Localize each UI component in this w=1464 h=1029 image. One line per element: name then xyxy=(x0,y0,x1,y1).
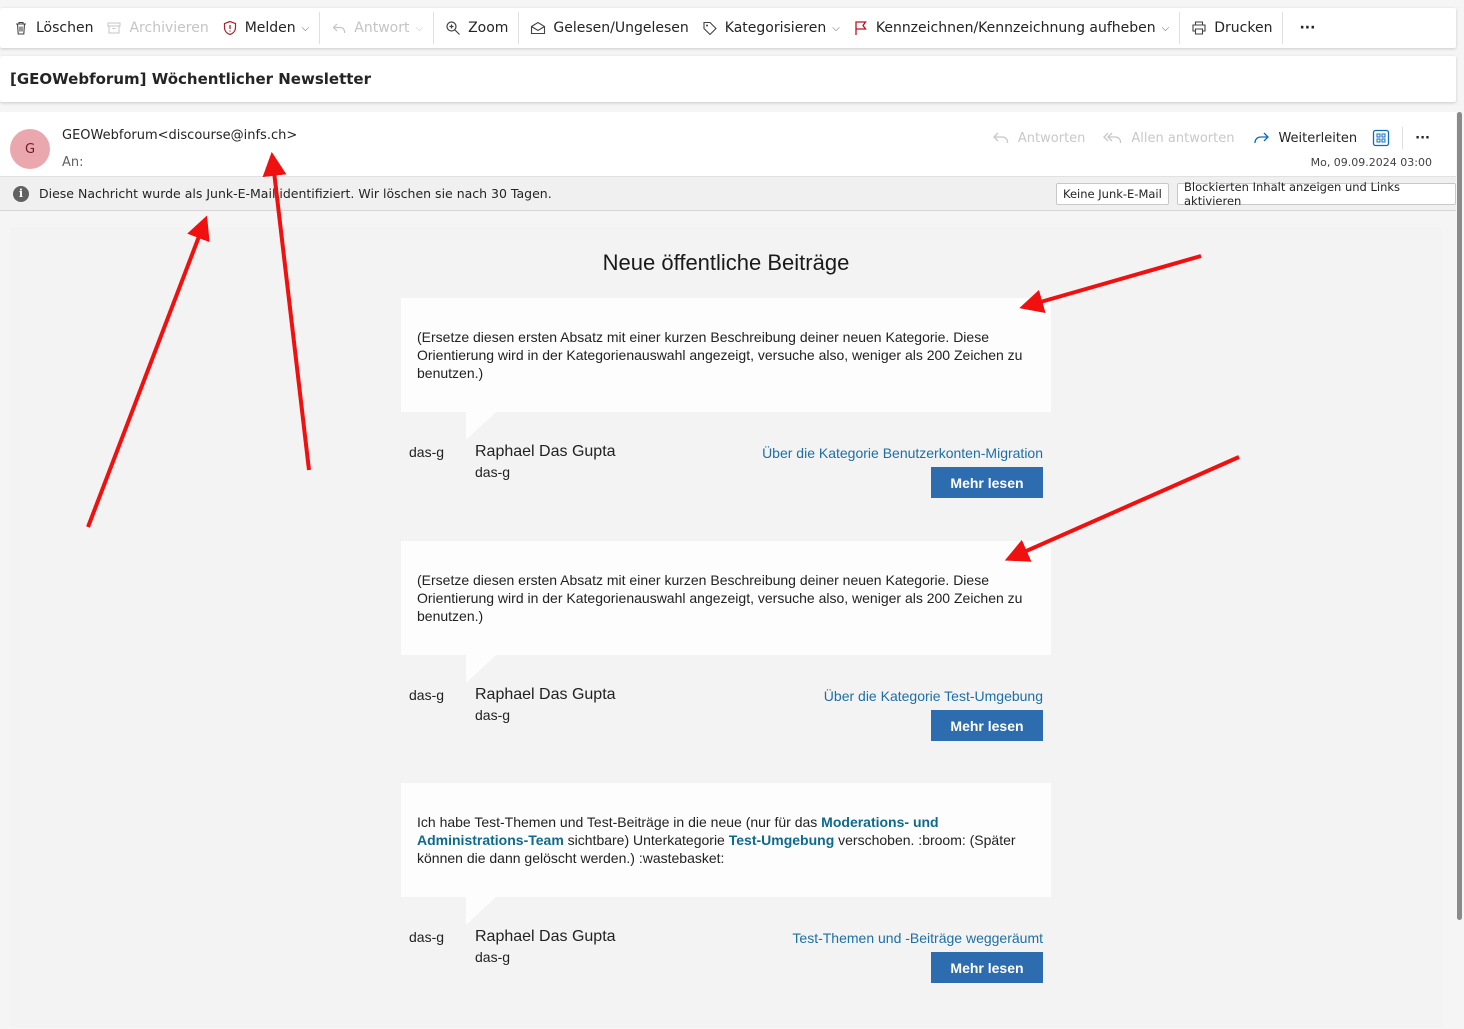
flag-icon xyxy=(852,19,870,37)
forward-button[interactable]: Weiterleiten xyxy=(1243,126,1366,150)
report-button[interactable]: Melden ⌵ xyxy=(215,12,316,44)
post-meta: das-g Raphael Das Gupta das-g Test-Theme… xyxy=(401,897,1051,997)
categorize-label: Kategorisieren xyxy=(724,20,827,36)
archive-icon xyxy=(105,19,123,37)
user-handle: das-g xyxy=(475,949,511,965)
read-unread-button[interactable]: Gelesen/Ungelesen xyxy=(523,12,694,44)
reply-button[interactable]: Antwort ⌵ xyxy=(324,12,429,44)
more-icon: ··· xyxy=(1415,130,1430,146)
report-label: Melden xyxy=(244,20,296,36)
post-excerpt: (Ersetze diesen ersten Absatz mit einer … xyxy=(401,298,1051,440)
delete-label: Löschen xyxy=(36,20,94,36)
shield-icon xyxy=(221,19,239,37)
tag-icon xyxy=(701,19,719,37)
reply-icon xyxy=(330,19,348,37)
show-blocked-content-button[interactable]: Blockierten Inhalt anzeigen und Links ak… xyxy=(1177,180,1456,208)
user-full-name: Raphael Das Gupta xyxy=(475,443,616,460)
username[interactable]: das-g xyxy=(409,444,444,460)
flag-label: Kennzeichnen/Kennzeichnung aufheben xyxy=(875,20,1156,36)
toolbar-divider xyxy=(1179,12,1181,44)
post-excerpt-text: (Ersetze diesen ersten Absatz mit einer … xyxy=(417,572,1023,624)
post-card: (Ersetze diesen ersten Absatz mit einer … xyxy=(401,541,1051,755)
message-actions: Antworten Allen antworten Weiterleiten ·… xyxy=(983,126,1436,150)
more-icon: ··· xyxy=(1299,20,1316,36)
post-meta: das-g Raphael Das Gupta das-g Über die K… xyxy=(401,655,1051,755)
read-more-button[interactable]: Mehr lesen xyxy=(931,467,1043,498)
toolbar-divider xyxy=(433,12,435,44)
junk-notice-text: Diese Nachricht wurde als Junk-E-Mail id… xyxy=(39,186,552,201)
forward-icon xyxy=(1254,132,1270,143)
user-handle: das-g xyxy=(475,464,511,480)
categorize-button[interactable]: Kategorisieren ⌵ xyxy=(695,12,846,44)
email-subject: [GEOWebforum] Wöchentlicher Newsletter xyxy=(0,56,1456,102)
grid-view-icon xyxy=(1373,129,1390,147)
print-button[interactable]: Drucken xyxy=(1184,12,1278,44)
junk-notice-bar: i Diese Nachricht wurde als Junk-E-Mail … xyxy=(0,176,1456,211)
user-full-name: Raphael Das Gupta xyxy=(475,928,616,945)
topic-link[interactable]: Über die Kategorie Benutzerkonten-Migrat… xyxy=(762,445,1043,461)
username[interactable]: das-g xyxy=(409,687,444,703)
newsletter-title: Neue öffentliche Beiträge xyxy=(602,250,850,275)
post-card: Ich habe Test-Themen und Test-Beiträge i… xyxy=(401,783,1051,997)
archive-label: Archivieren xyxy=(129,20,209,36)
immersive-reader-button[interactable] xyxy=(1366,126,1396,150)
user-full-name: Raphael Das Gupta xyxy=(475,686,616,703)
user-handle: das-g xyxy=(475,707,511,723)
toolbar-divider xyxy=(319,12,321,44)
category-link[interactable]: Test-Umgebung xyxy=(729,832,835,848)
toolbar-divider xyxy=(1282,12,1284,44)
envelope-open-icon xyxy=(529,19,547,37)
sender-address[interactable]: GEOWebforum<discourse@infs.ch> xyxy=(62,128,297,143)
print-label: Drucken xyxy=(1214,20,1273,36)
chevron-down-icon[interactable]: ⌵ xyxy=(415,23,423,34)
reply-label: Antwort xyxy=(354,20,410,36)
reply-action-label: Antworten xyxy=(1017,130,1086,146)
flag-button[interactable]: Kennzeichnen/Kennzeichnung aufheben ⌵ xyxy=(846,12,1175,44)
post-excerpt-text: (Ersetze diesen ersten Absatz mit einer … xyxy=(417,329,1023,381)
message-header: G GEOWebforum<discourse@infs.ch> An: Ant… xyxy=(0,112,1456,176)
avatar[interactable]: G xyxy=(10,129,50,169)
post-excerpt-text: Ich habe Test-Themen und Test-Beiträge i… xyxy=(417,814,822,830)
reply-action-button[interactable]: Antworten xyxy=(983,126,1095,150)
info-icon: i xyxy=(13,185,29,202)
post-excerpt-text: sichtbare) Unterkategorie xyxy=(563,832,729,848)
username[interactable]: das-g xyxy=(409,929,444,945)
post-card: (Ersetze diesen ersten Absatz mit einer … xyxy=(401,298,1051,512)
topic-link[interactable]: Test-Themen und -Beiträge weggeräumt xyxy=(792,930,1043,946)
scrollbar[interactable] xyxy=(1457,112,1462,920)
trash-icon xyxy=(12,19,30,37)
zoom-button[interactable]: Zoom xyxy=(438,12,514,44)
post-excerpt: Ich habe Test-Themen und Test-Beiträge i… xyxy=(401,783,1051,925)
email-body: Neue öffentliche Beiträge (Ersetze diese… xyxy=(10,227,1442,1027)
reply-all-button[interactable]: Allen antworten xyxy=(1094,126,1243,150)
forward-label: Weiterleiten xyxy=(1278,130,1358,146)
reply-icon xyxy=(992,132,1009,143)
read-unread-label: Gelesen/Ungelesen xyxy=(553,20,689,36)
command-toolbar: Löschen Archivieren Melden ⌵ Antwort ⌵ Z… xyxy=(0,8,1456,48)
delete-button[interactable]: Löschen xyxy=(6,12,99,44)
more-options-button[interactable]: ··· xyxy=(1287,12,1327,44)
toolbar-divider xyxy=(518,12,520,44)
to-label: An: xyxy=(62,155,84,170)
post-meta: das-g Raphael Das Gupta das-g Über die K… xyxy=(401,412,1051,512)
archive-button[interactable]: Archivieren xyxy=(99,12,214,44)
post-excerpt: (Ersetze diesen ersten Absatz mit einer … xyxy=(401,541,1051,683)
chevron-down-icon[interactable]: ⌵ xyxy=(302,23,310,34)
read-more-button[interactable]: Mehr lesen xyxy=(931,952,1043,983)
not-junk-button[interactable]: Keine Junk-E-Mail xyxy=(1056,183,1169,205)
actions-divider xyxy=(1402,127,1404,149)
printer-icon xyxy=(1190,19,1208,37)
zoom-label: Zoom xyxy=(468,20,509,36)
reply-all-label: Allen antworten xyxy=(1131,130,1235,146)
topic-link[interactable]: Über die Kategorie Test-Umgebung xyxy=(824,688,1043,704)
message-date: Mo, 09.09.2024 03:00 xyxy=(1310,156,1432,169)
message-more-button[interactable]: ··· xyxy=(1409,126,1436,150)
zoom-icon xyxy=(444,19,462,37)
chevron-down-icon[interactable]: ⌵ xyxy=(1162,23,1170,34)
chevron-down-icon[interactable]: ⌵ xyxy=(832,23,840,34)
read-more-button[interactable]: Mehr lesen xyxy=(931,710,1043,741)
reply-all-icon xyxy=(1103,132,1122,143)
